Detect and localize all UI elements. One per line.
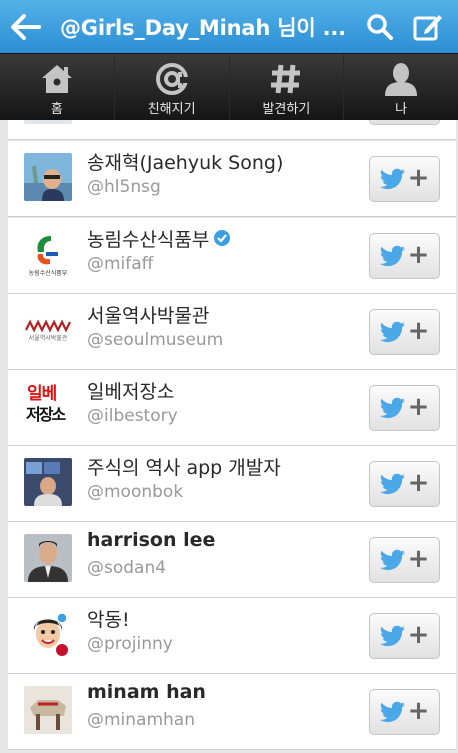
list-item[interactable]: 서울역사박물관 서울역사박물관 @seoulmuseum + (8, 294, 456, 370)
tab-me[interactable]: 나 (343, 54, 458, 120)
back-arrow-icon (11, 13, 41, 40)
twitter-bird-icon (379, 625, 405, 647)
person-icon (385, 63, 418, 96)
user-handle: @sodan4 (87, 558, 167, 578)
follow-button[interactable]: + (369, 233, 440, 279)
user-name: 송재혁(Jaehyuk Song) (87, 152, 284, 174)
follow-plus: + (407, 316, 430, 346)
follow-button[interactable]: + (369, 156, 440, 202)
follow-plus: + (407, 620, 430, 650)
at-icon (155, 63, 190, 95)
tab-home-label: 홈 (50, 102, 63, 117)
user-name-text: 농림수산식품부 (87, 229, 210, 251)
avatar: 서울역사박물관 (24, 306, 72, 354)
twitter-bird-icon (379, 245, 405, 267)
back-button[interactable] (0, 0, 52, 53)
user-handle: @minamhan (87, 710, 196, 730)
user-name: harrison lee (87, 529, 216, 551)
avatar (24, 458, 72, 506)
twitter-bird-icon (379, 397, 405, 419)
tab-discover[interactable]: 발견하기 (228, 54, 344, 120)
avatar: 일베 저장소 (24, 382, 72, 430)
tab-discover-label: 발견하기 (262, 102, 311, 117)
action-bar: @Girls_Day_Minah 님이 ... (0, 0, 458, 53)
hashtag-icon (271, 64, 301, 94)
compose-button[interactable] (404, 0, 452, 53)
twitter-bird-icon (379, 701, 405, 723)
follow-button[interactable]: + (369, 309, 440, 355)
user-handle: @moonbok (87, 482, 184, 502)
list-item[interactable]: minam han @minamhan + (8, 674, 456, 750)
user-handle: @ilbestory (87, 406, 178, 426)
user-name: 농림수산식품부 (87, 225, 231, 252)
verified-badge-icon (213, 229, 231, 252)
follow-plus: + (407, 696, 430, 726)
follow-button[interactable] (369, 120, 440, 125)
list-item[interactable]: 악동! @projinny + (8, 598, 456, 674)
tab-connect[interactable]: 친해지기 (113, 54, 229, 120)
avatar-caption: 농림수산식품부 (28, 270, 68, 277)
user-handle: @seoulmuseum (87, 330, 224, 350)
follow-plus: + (407, 392, 430, 422)
twitter-bird-icon (379, 473, 405, 495)
tab-connect-label: 친해지기 (147, 102, 196, 117)
user-handle: @mifaff (87, 254, 154, 274)
list-item[interactable]: 주식의 역사 app 개발자 @moonbok + (8, 446, 456, 522)
follower-list: 송재혁(Jaehyuk Song) @hl5nsg + 농림수산식품부 농림수산… (0, 120, 458, 753)
twitter-bird-icon (379, 549, 405, 571)
user-name: 주식의 역사 app 개발자 (87, 457, 281, 479)
user-name: 일베저장소 (87, 381, 175, 403)
avatar: 농림수산식품부 (24, 230, 72, 278)
user-handle: @hl5nsg (87, 177, 161, 197)
avatar (24, 153, 72, 201)
user-name: 악동! (87, 609, 130, 631)
list-item[interactable]: 일베 저장소 일베저장소 @ilbestory + (8, 370, 456, 446)
follow-button[interactable]: + (369, 537, 440, 583)
tab-me-label: 나 (395, 102, 408, 117)
list-item[interactable]: 농림수산식품부 농림수산식품부 @mifaff + (8, 218, 456, 294)
twitter-bird-icon (379, 168, 405, 190)
list-item[interactable]: harrison lee @sodan4 + (8, 522, 456, 598)
user-name: minam han (87, 681, 206, 703)
app-root: @Girls_Day_Minah 님이 ... 홈 친해지기 발견하기 나 송재… (0, 0, 458, 753)
avatar-caption: 서울역사박물관 (28, 335, 68, 342)
follow-button[interactable]: + (369, 385, 440, 431)
list-item[interactable]: 송재혁(Jaehyuk Song) @hl5nsg + (8, 141, 456, 217)
avatar-text-top: 일베 (27, 384, 57, 404)
home-icon (41, 65, 72, 93)
follow-plus: + (407, 163, 430, 193)
search-button[interactable] (356, 0, 404, 53)
avatar (24, 120, 72, 124)
avatar (24, 534, 72, 582)
avatar (24, 610, 72, 658)
twitter-bird-icon (379, 321, 405, 343)
follow-button[interactable]: + (369, 613, 440, 659)
tab-bar: 홈 친해지기 발견하기 나 (0, 53, 458, 120)
user-handle: @projinny (87, 634, 173, 654)
follow-plus: + (407, 240, 430, 270)
avatar-text-bottom: 저장소 (26, 405, 66, 424)
avatar (24, 686, 72, 734)
follow-plus: + (407, 468, 430, 498)
list-item[interactable] (8, 120, 456, 140)
compose-icon (413, 14, 442, 40)
page-title: @Girls_Day_Minah 님이 ... (60, 15, 346, 40)
user-name: 서울역사박물관 (87, 305, 210, 327)
search-icon (367, 13, 393, 40)
tab-home[interactable]: 홈 (0, 54, 114, 120)
follow-plus: + (407, 544, 430, 574)
follow-button[interactable]: + (369, 461, 440, 507)
follow-button[interactable]: + (369, 689, 440, 735)
